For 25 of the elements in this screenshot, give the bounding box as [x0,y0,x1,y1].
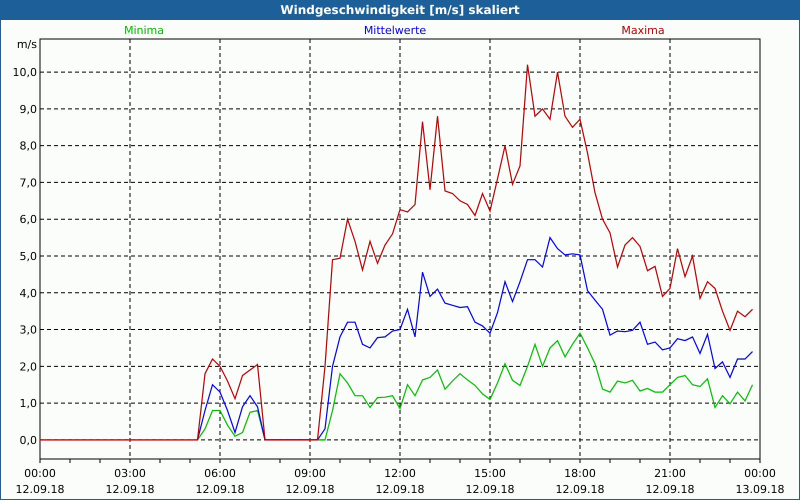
y-tick-label: 10,0 [12,66,37,80]
y-tick-label: 9,0 [20,102,37,116]
legend-label: Maxima [621,24,665,37]
x-tick-label: 21:00 12.09.18 [646,467,694,496]
y-tick-label: 2,0 [20,360,37,374]
x-tick-label: 00:00 13.09.18 [736,467,784,496]
y-tick-label: 1,0 [20,397,37,410]
x-tick-label: 09:00 12.09.18 [286,467,334,496]
x-tick-label: 18:00 12.09.18 [556,467,604,496]
y-tick-label: 5,0 [20,250,37,263]
x-tick-label: 00:00 12.09.18 [16,467,64,496]
y-axis-label: m/s [16,38,37,51]
y-tick-label: 8,0 [20,140,37,153]
legend-label: Minima [124,24,164,37]
y-tick-label: 3,0 [20,324,37,337]
x-tick-label: 03:00 12.09.18 [106,467,154,496]
y-tick-label: 4,0 [20,286,37,300]
window-title: Windgeschwindigkeit [m/s] skaliert [0,0,800,20]
x-tick-label: 12:00 12.09.18 [376,467,424,496]
y-tick-label: 7,0 [20,176,37,190]
legend-label: Mittelwerte [364,24,426,37]
x-tick-label: 15:00 12.09.18 [466,467,514,496]
y-tick-label: 0,0 [20,434,37,447]
y-tick-label: 6,0 [20,213,37,226]
x-tick-label: 06:00 12.09.18 [196,467,244,496]
